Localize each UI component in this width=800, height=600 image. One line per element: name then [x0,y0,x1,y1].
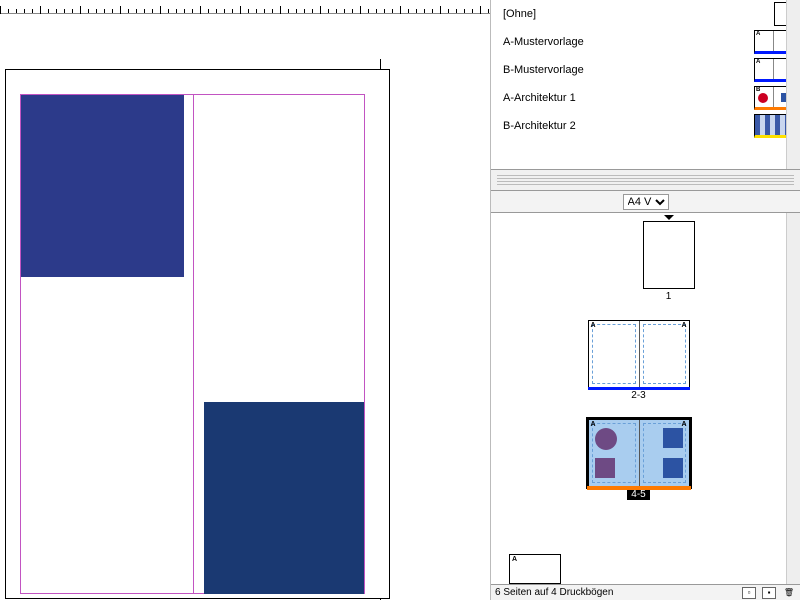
master-item-none[interactable]: [Ohne] [491,0,800,28]
spread-label-selected: 4-5 [627,489,649,500]
spread-2-3[interactable]: A A [588,320,690,388]
spread-label: 1 [666,291,672,302]
thumb-shape-circle [595,428,617,450]
masters-scrollbar[interactable] [786,0,800,169]
panel-divider[interactable] [497,175,794,185]
thumb-shape-square [663,458,683,478]
page-format-select[interactable]: A4 V [623,194,669,210]
pages-scrollbar[interactable] [786,213,800,584]
master-label: A-Architektur 1 [503,92,754,104]
spread-1[interactable] [643,221,695,289]
master-label: [Ohne] [503,8,774,20]
master-label: B-Mustervorlage [503,64,754,76]
horizontal-ruler [0,0,490,14]
thumb-shape-square [595,458,615,478]
thumb-shape-square [663,428,683,448]
new-spread-icon[interactable]: ▪ [762,587,776,599]
spread-6-partial[interactable]: A [509,554,561,584]
frame-top-left[interactable] [21,95,184,277]
pages-panel-header: A4 V [491,191,800,213]
master-item-b-architektur-2[interactable]: B-Architektur 2 [491,112,800,140]
delete-page-icon[interactable]: 🗑 [782,587,796,599]
master-item-a-mustervorlage[interactable]: A-Mustervorlage A A [491,28,800,56]
frame-bottom-right[interactable] [204,402,364,594]
spread-label: 2-3 [631,390,645,401]
panels-column: [Ohne] A-Mustervorlage A A B-Mustervorla… [490,0,800,600]
pages-status-bar: 6 Seiten auf 4 Druckbögen ▫ ▪ 🗑 [491,584,800,600]
spread-4-5[interactable]: A A [588,419,690,487]
status-text: 6 Seiten auf 4 Druckbögen [495,587,736,598]
page-margins [20,94,365,594]
pages-panel-body[interactable]: 1 A A 2-3 A A [491,213,786,584]
master-pages-panel: [Ohne] A-Mustervorlage A A B-Mustervorla… [491,0,800,170]
new-page-icon[interactable]: ▫ [742,587,756,599]
pages-panel: A4 V 1 A A 2-3 A [491,190,800,584]
master-item-a-architektur-1[interactable]: A-Architektur 1 B B [491,84,800,112]
column-guide [193,95,194,593]
master-item-b-mustervorlage[interactable]: B-Mustervorlage A A [491,56,800,84]
document-canvas[interactable] [0,14,490,600]
master-label: B-Architektur 2 [503,120,754,132]
master-label: A-Mustervorlage [503,36,754,48]
